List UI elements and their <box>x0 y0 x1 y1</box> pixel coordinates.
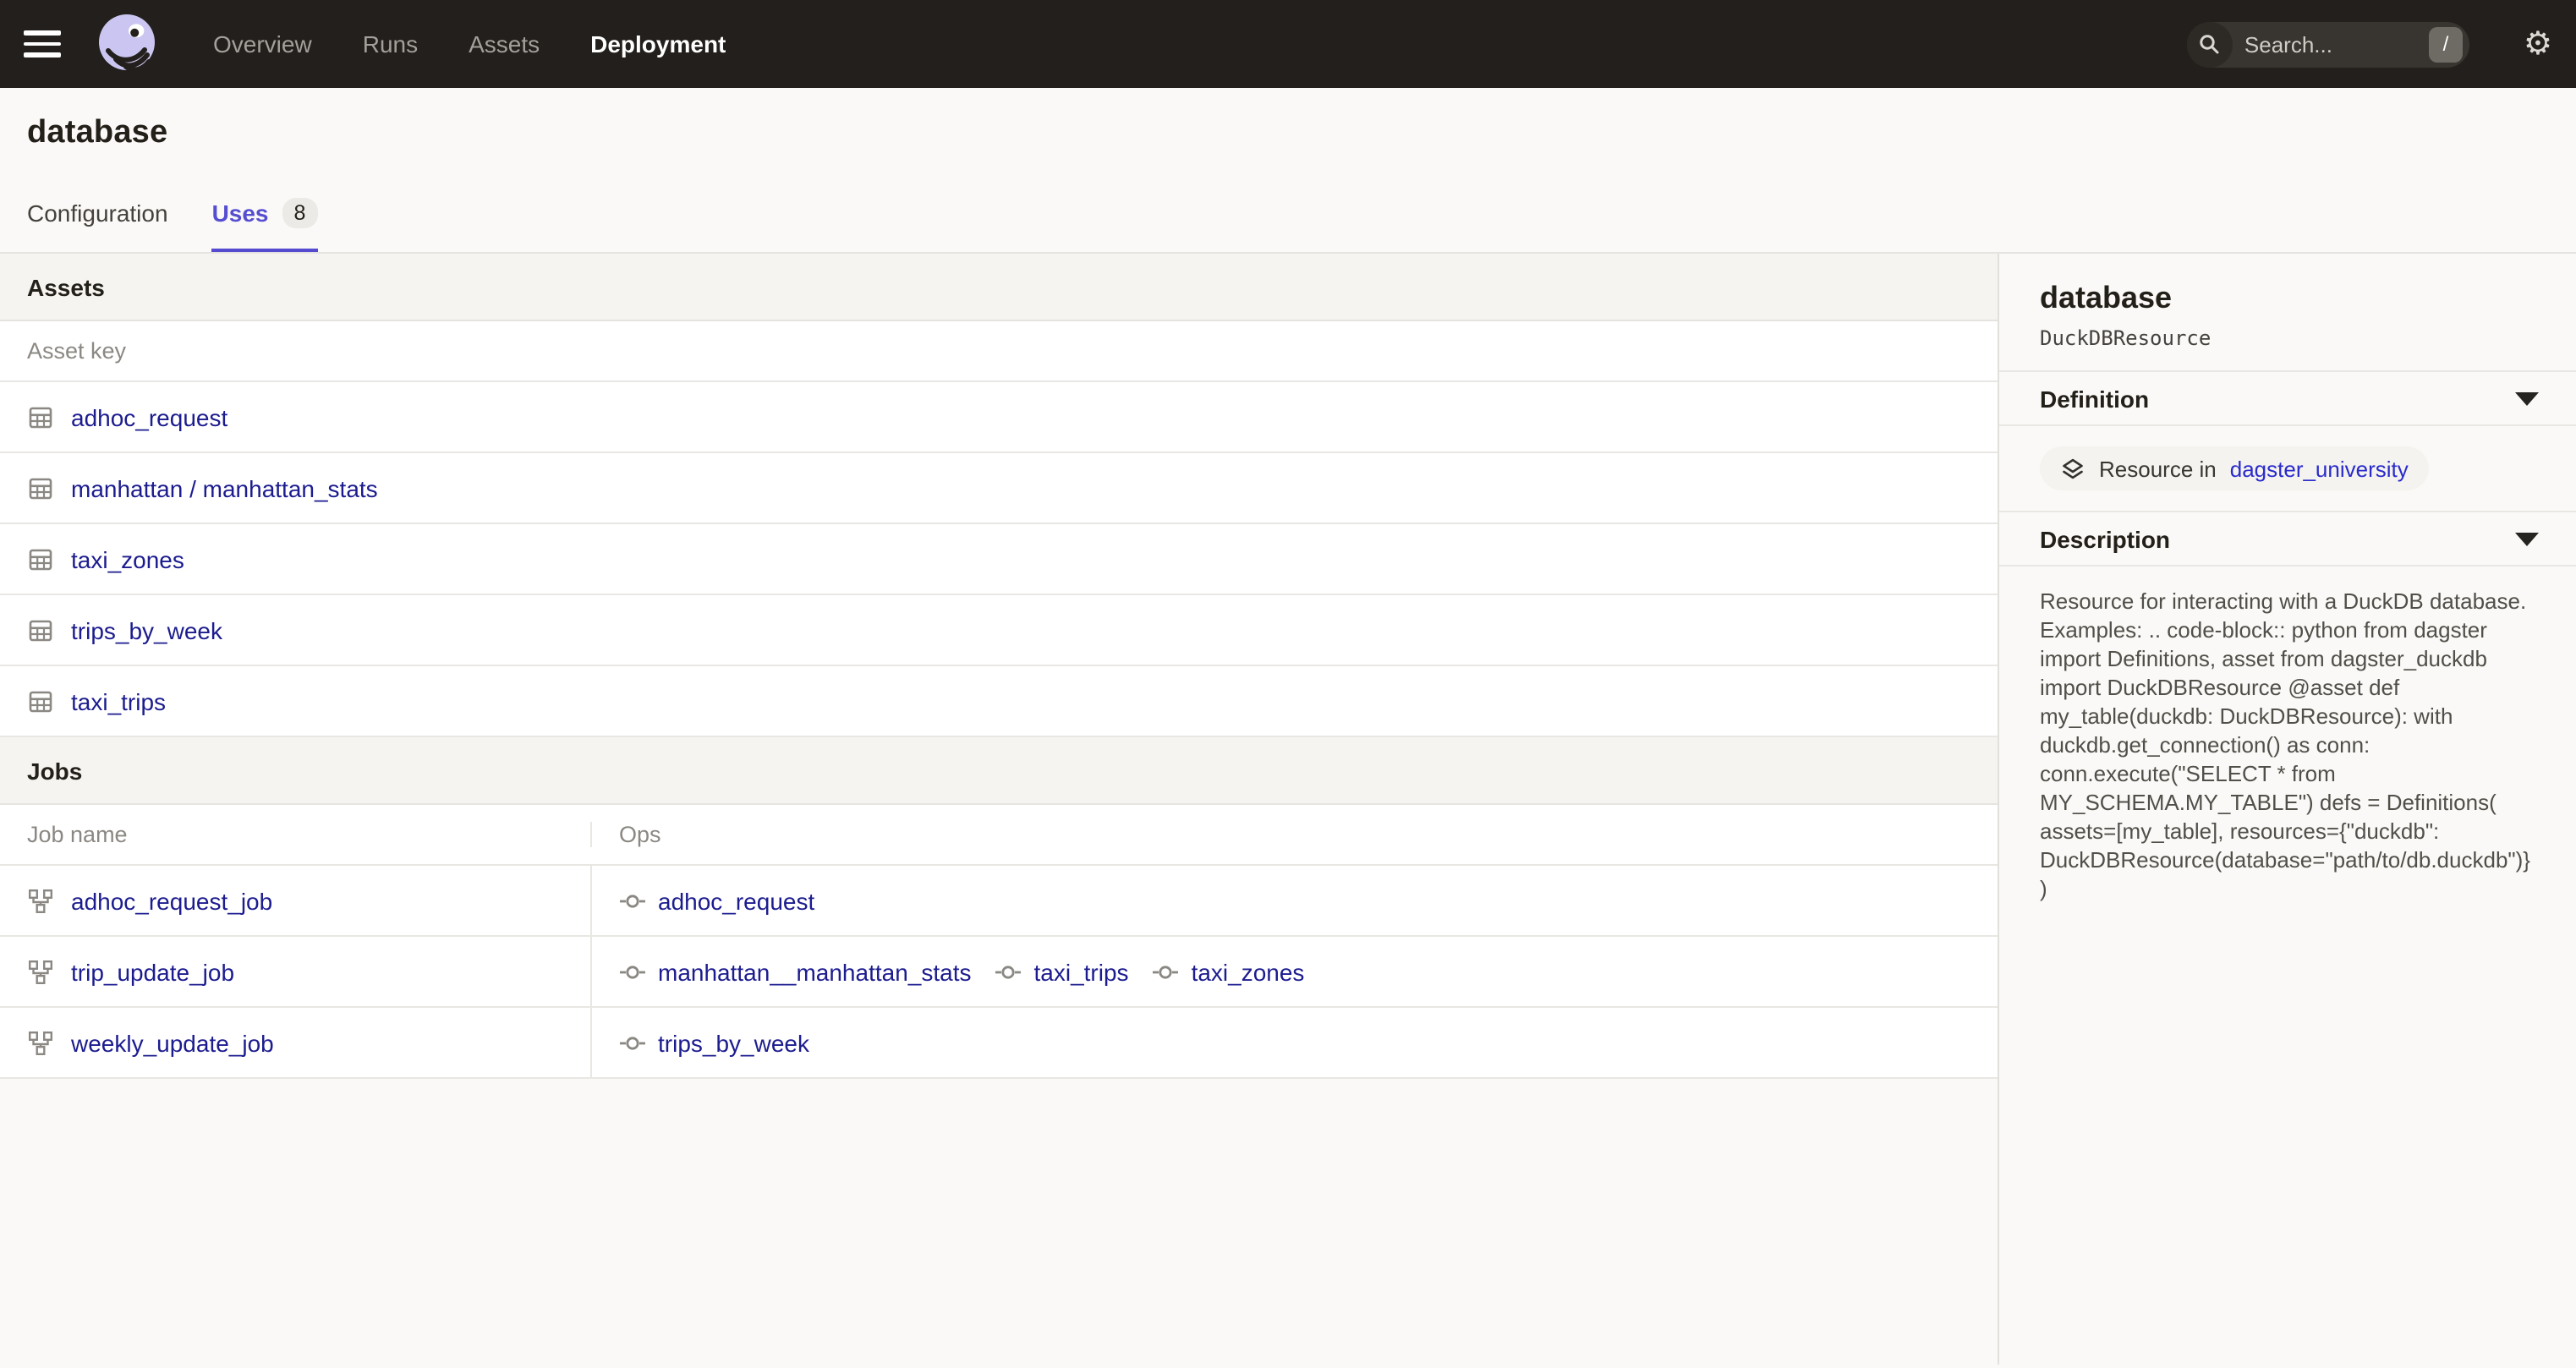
tab-configuration[interactable]: Configuration <box>27 198 168 252</box>
asset-link[interactable]: adhoc_request <box>71 403 227 430</box>
ops-column-header: Ops <box>619 822 661 847</box>
op-link[interactable]: manhattan__manhattan_stats <box>658 958 972 985</box>
job-icon <box>27 1029 54 1056</box>
tab-uses[interactable]: Uses 8 <box>212 198 318 252</box>
search-icon <box>2187 21 2233 67</box>
op-link[interactable]: taxi_zones <box>1192 958 1305 985</box>
op-link[interactable]: adhoc_request <box>658 887 814 914</box>
asset-row: manhattan / manhattan_stats <box>0 453 1998 524</box>
op-link[interactable]: taxi_trips <box>1034 958 1129 985</box>
asset-key-column-header: Asset key <box>27 338 126 364</box>
assets-table-header: Asset key <box>0 321 1998 382</box>
asset-link[interactable]: manhattan / manhattan_stats <box>71 474 378 501</box>
table-icon <box>27 545 54 572</box>
panel-title: database <box>2040 281 2535 316</box>
nav-item-assets[interactable]: Assets <box>469 30 540 57</box>
caret-down-icon <box>2515 391 2539 405</box>
nav-item-deployment[interactable]: Deployment <box>590 30 726 57</box>
op-icon <box>619 1029 646 1056</box>
main-nav: Overview Runs Assets Deployment <box>213 30 726 57</box>
search-input[interactable] <box>2233 31 2385 57</box>
page-title: database <box>27 88 2549 152</box>
resource-detail-panel: database DuckDBResource Definition Resou… <box>1999 254 2576 1365</box>
job-row: trip_update_job manhattan__manhattan_sta… <box>0 937 1998 1008</box>
op-icon <box>619 887 646 914</box>
op-item: adhoc_request <box>619 887 814 914</box>
uses-main: Assets Asset key adhoc_request m <box>0 254 1999 1365</box>
op-icon <box>619 958 646 985</box>
search-box[interactable]: / <box>2187 21 2469 67</box>
badge-text: Resource in <box>2099 456 2217 481</box>
menu-icon <box>24 30 61 35</box>
description-content: Resource for interacting with a DuckDB d… <box>1999 565 2576 903</box>
top-navigation-bar: Overview Runs Assets Deployment / ⚙ <box>0 0 2576 88</box>
asset-row: trips_by_week <box>0 595 1998 666</box>
section-description-toggle[interactable]: Description <box>1999 511 2576 565</box>
assets-section-header: Assets <box>0 254 1998 321</box>
settings-button[interactable]: ⚙ <box>2524 28 2552 60</box>
asset-row: taxi_trips <box>0 666 1998 737</box>
op-link[interactable]: trips_by_week <box>658 1029 809 1056</box>
panel-resource-type: DuckDBResource <box>2040 326 2535 350</box>
app-root: Overview Runs Assets Deployment / ⚙ data… <box>0 0 2576 1368</box>
op-item: manhattan__manhattan_stats <box>619 958 972 985</box>
gear-icon: ⚙ <box>2524 25 2552 62</box>
asset-row: taxi_zones <box>0 524 1998 595</box>
op-item: trips_by_week <box>619 1029 809 1056</box>
nav-item-overview[interactable]: Overview <box>213 30 312 57</box>
asset-link[interactable]: trips_by_week <box>71 616 222 643</box>
caret-down-icon <box>2515 532 2539 545</box>
job-link[interactable]: adhoc_request_job <box>71 887 272 914</box>
asset-link[interactable]: taxi_zones <box>71 545 184 572</box>
table-icon <box>27 403 54 430</box>
jobs-table-header: Job name Ops <box>0 805 1998 866</box>
job-name-column-header: Job name <box>27 822 128 847</box>
table-icon <box>27 616 54 643</box>
job-link[interactable]: weekly_update_job <box>71 1029 274 1056</box>
table-icon <box>27 687 54 714</box>
nav-item-runs[interactable]: Runs <box>363 30 418 57</box>
definition-content: Resource in dagster_university <box>1999 424 2576 511</box>
code-location-link[interactable]: dagster_university <box>2230 456 2409 481</box>
dagster-logo[interactable] <box>91 8 162 79</box>
asset-row: adhoc_request <box>0 382 1998 453</box>
job-row: adhoc_request_job adhoc_request <box>0 866 1998 937</box>
asset-link[interactable]: taxi_trips <box>71 687 166 714</box>
section-definition-toggle[interactable]: Definition <box>1999 370 2576 424</box>
menu-button[interactable] <box>24 30 61 57</box>
op-icon <box>995 958 1022 985</box>
uses-count-badge: 8 <box>282 198 318 228</box>
op-item: taxi_zones <box>1153 958 1305 985</box>
description-text: Resource for interacting with a DuckDB d… <box>2040 587 2535 903</box>
tab-bar: Configuration Uses 8 <box>27 198 2549 252</box>
table-icon <box>27 474 54 501</box>
job-icon <box>27 887 54 914</box>
definition-badge: Resource in dagster_university <box>2040 446 2429 490</box>
job-link[interactable]: trip_update_job <box>71 958 234 985</box>
job-icon <box>27 958 54 985</box>
layers-icon <box>2060 456 2085 481</box>
op-item: taxi_trips <box>995 958 1129 985</box>
page-header: database Configuration Uses 8 <box>0 88 2576 254</box>
content-area: Assets Asset key adhoc_request m <box>0 254 2576 1365</box>
search-shortcut-key: / <box>2429 26 2463 62</box>
job-row: weekly_update_job trips_by_week <box>0 1008 1998 1079</box>
jobs-section-header: Jobs <box>0 737 1998 805</box>
op-icon <box>1153 958 1180 985</box>
